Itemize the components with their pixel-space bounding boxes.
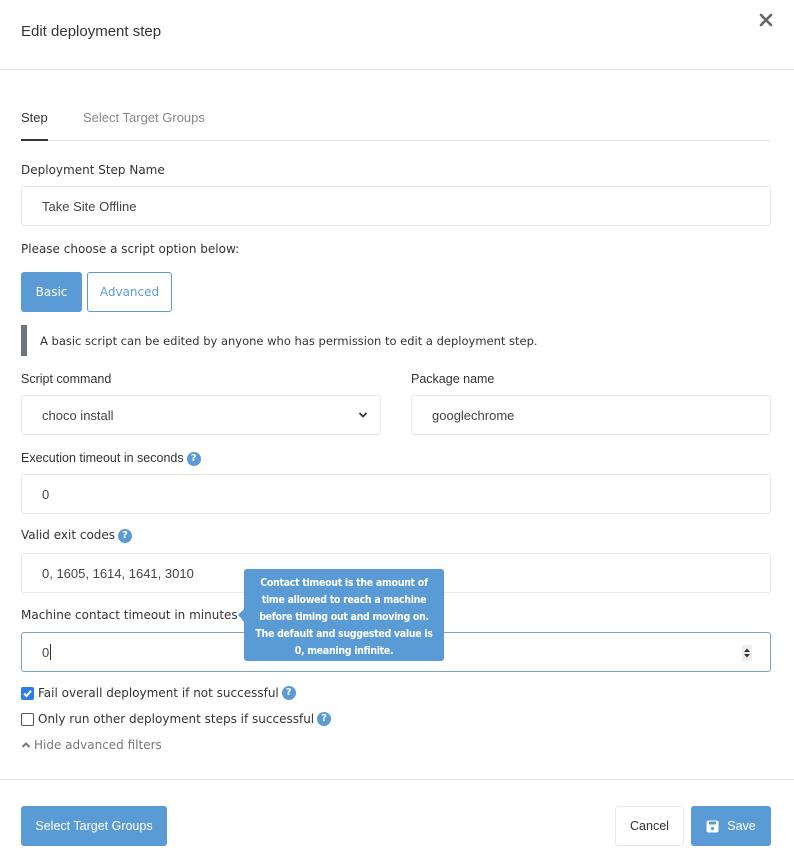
valid-exit-codes-value: 0, 1605, 1614, 1641, 3010 [42,565,194,581]
active-tab-indicator [21,139,48,141]
execution-timeout-value: 0 [42,486,50,502]
question-circle-icon[interactable]: ? [281,686,296,700]
tab-select-target-groups[interactable]: Select Target Groups [83,110,205,125]
only-run-row: Only run other deployment steps if succe… [21,712,332,726]
machine-contact-timeout-value: 0 [42,644,50,660]
question-circle-icon[interactable]: ? [317,712,332,726]
step-name-label: Deployment Step Name [21,163,165,177]
valid-exit-codes-label: Valid exit codes? [21,528,133,543]
close-icon[interactable] [757,11,775,29]
select-target-groups-button[interactable]: Select Target Groups [21,806,167,846]
fail-overall-checkbox[interactable] [21,686,34,700]
note-accent-bar [21,325,27,356]
basic-option-button[interactable]: Basic [21,272,82,312]
package-name-label: Package name [411,372,495,386]
valid-exit-codes-label-text: Valid exit codes [21,528,116,542]
basic-script-note: A basic script can be edited by anyone w… [40,334,538,348]
tab-step[interactable]: Step [21,110,48,125]
chevron-up-icon [21,742,31,748]
number-spinner-icon[interactable] [742,645,752,661]
dialog-header: Edit deployment step [0,0,794,70]
machine-contact-timeout-label-text: Machine contact timeout in minutes [21,608,238,622]
execution-timeout-label-text: Execution timeout in seconds [21,451,184,465]
dialog-title: Edit deployment step [21,23,162,40]
script-command-select[interactable]: choco install [21,395,381,435]
execution-timeout-input[interactable]: 0 [21,474,771,514]
save-label: Save [727,819,756,833]
question-circle-icon[interactable]: ? [186,451,201,466]
fail-overall-row: Fail overall deployment if not successfu… [21,686,296,700]
advanced-option-button[interactable]: Advanced [87,272,172,312]
save-button[interactable]: Save [691,806,771,846]
floppy-disk-icon [706,820,719,832]
chevron-down-icon [358,412,368,418]
question-circle-icon[interactable]: ? [118,528,133,543]
script-command-label: Script command [21,372,112,386]
checkmark-icon [23,689,32,697]
hide-advanced-filters-text: Hide advanced filters [34,738,162,752]
fail-overall-label: Fail overall deployment if not successfu… [38,686,279,700]
cancel-button[interactable]: Cancel [615,806,684,846]
hide-advanced-filters-link[interactable]: Hide advanced filters [21,738,162,752]
package-name-value: googlechrome [432,407,515,423]
machine-contact-timeout-label: Machine contact timeout in minutes? [21,608,255,623]
tab-bar: Step Select Target Groups [21,108,771,141]
only-run-checkbox[interactable] [21,712,34,726]
footer-divider [0,779,794,780]
only-run-label: Only run other deployment steps if succe… [38,712,315,726]
execution-timeout-label: Execution timeout in seconds? [21,451,201,466]
script-command-value: choco install [42,407,114,423]
package-name-input[interactable]: googlechrome [411,395,771,435]
contact-timeout-tooltip: Contact timeout is the amount of time al… [238,569,444,661]
step-name-input[interactable]: Take Site Offline [21,186,771,226]
script-option-prompt: Please choose a script option below: [21,242,240,256]
text-cursor [50,644,52,660]
step-name-value: Take Site Offline [42,198,137,214]
